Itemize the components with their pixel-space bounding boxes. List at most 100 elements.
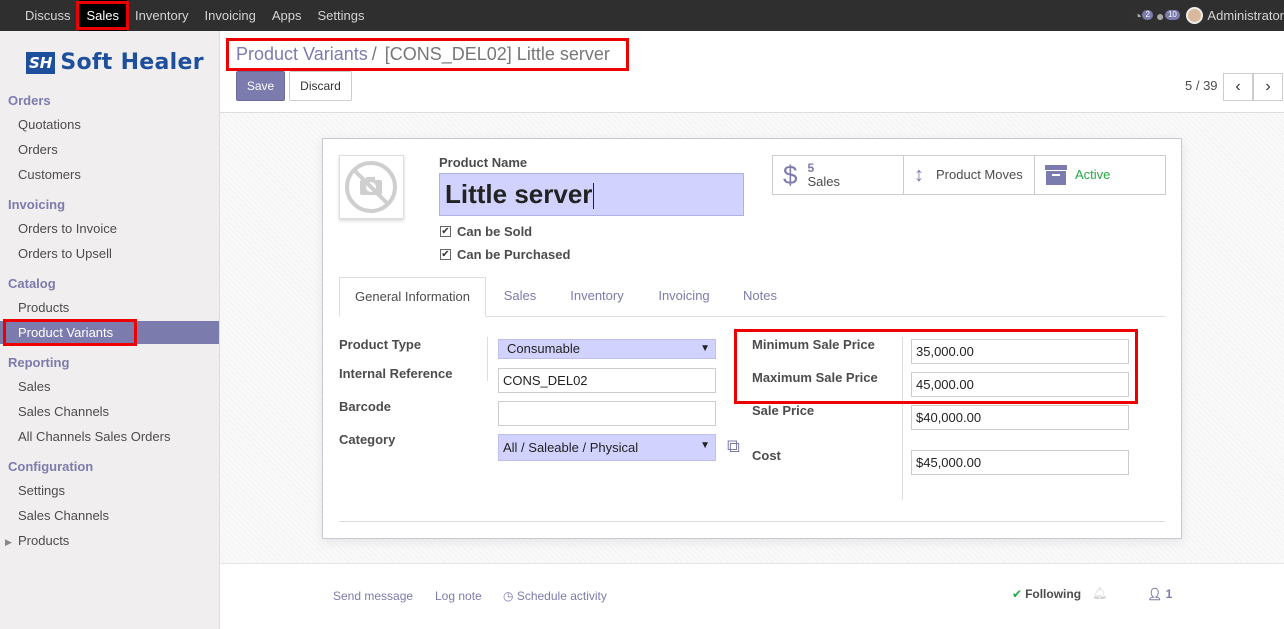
internal-reference-label: Internal Reference — [339, 366, 453, 381]
sidebar-section-catalog[interactable]: Catalog — [8, 276, 56, 291]
sidebar-section-invoicing[interactable]: Invoicing — [8, 197, 65, 212]
dropdown-arrow-icon: ▼ — [700, 343, 710, 354]
product-type-label: Product Type — [339, 337, 422, 352]
sidebar-section-reporting[interactable]: Reporting — [8, 355, 69, 370]
product-type-value: Consumable — [507, 341, 580, 356]
sales-count: 5 — [807, 161, 815, 175]
sidebar-item-all-channels-sales-orders[interactable]: All Channels Sales Orders — [18, 429, 170, 444]
active-toggle-button[interactable]: Active — [1034, 155, 1166, 195]
cost-label: Cost — [752, 448, 781, 463]
product-type-select[interactable]: Consumable ▼ — [498, 339, 716, 359]
highlight-box-sales-menu — [76, 1, 129, 30]
product-name-input[interactable]: Little server — [439, 173, 744, 216]
sale-price-label: Sale Price — [752, 403, 815, 418]
logo-mark: SH — [26, 51, 56, 74]
can-be-sold-checkbox[interactable]: ✔ — [440, 226, 451, 237]
product-image[interactable] — [339, 155, 404, 219]
menu-inventory[interactable]: Inventory — [127, 0, 196, 31]
field-divider — [487, 337, 488, 381]
messages-badge: 10 — [1164, 9, 1180, 20]
logo-text: Soft Healer — [60, 50, 204, 75]
no-image-icon — [345, 161, 397, 213]
send-message-button[interactable]: Send message — [333, 589, 413, 603]
can-be-sold-row: ✔ Can be Sold — [440, 224, 532, 239]
notebook-tabs: General Information Sales Inventory Invo… — [339, 277, 1165, 317]
schedule-activity-button[interactable]: ◷ Schedule activity — [503, 589, 607, 603]
category-select[interactable]: All / Saleable / Physical ▼ — [498, 434, 716, 461]
dropdown-arrow-icon: ▼ — [700, 440, 710, 451]
can-be-sold-label: Can be Sold — [457, 224, 533, 239]
text-caret — [593, 183, 595, 210]
internal-reference-input[interactable]: CONS_DEL02 — [498, 368, 716, 393]
sidebar-item-reporting-sales[interactable]: Sales — [18, 379, 51, 394]
schedule-activity-label: Schedule activity — [516, 589, 607, 603]
sales-smart-text: 5 Sales — [807, 161, 840, 189]
sidebar-item-orders-to-invoice[interactable]: Orders to Invoice — [18, 221, 117, 236]
sidebar-item-config-products[interactable]: Products — [18, 533, 69, 548]
sale-price-input[interactable]: $40,000.00 — [911, 405, 1129, 430]
activity-icon[interactable]: ◔ 2 — [1133, 8, 1153, 24]
sidebar-item-products[interactable]: Products — [18, 300, 69, 315]
sidebar-item-config-sales-channels[interactable]: Sales Channels — [18, 508, 109, 523]
can-be-purchased-checkbox[interactable]: ✔ — [440, 249, 451, 260]
check-icon: ✔ — [1012, 587, 1023, 601]
tab-sales[interactable]: Sales — [491, 277, 549, 317]
user-menu[interactable]: Administrator — [1207, 8, 1284, 23]
pager-next-button[interactable]: › — [1253, 73, 1283, 101]
menu-apps[interactable]: Apps — [264, 0, 310, 31]
discard-button[interactable]: Discard — [289, 71, 352, 101]
sidebar-item-orders-to-upsell[interactable]: Orders to Upsell — [18, 246, 112, 261]
product-name-label: Product Name — [439, 155, 528, 170]
category-value: All / Saleable / Physical — [503, 440, 639, 455]
log-note-button[interactable]: Log note — [435, 589, 482, 603]
menu-settings[interactable]: Settings — [309, 0, 372, 31]
active-label: Active — [1075, 167, 1111, 182]
sidebar-item-customers[interactable]: Customers — [18, 167, 81, 182]
followers-count: 1 — [1165, 587, 1173, 601]
top-navbar: Discuss Sales Inventory Invoicing Apps S… — [0, 0, 1284, 31]
sidebar-item-settings[interactable]: Settings — [18, 483, 65, 498]
clock-icon: ◷ — [503, 589, 514, 603]
systray: ◔ 2 ● 10 Administrator — [1133, 0, 1284, 31]
external-link-icon[interactable]: ⧉ — [727, 436, 740, 457]
app-menu: Discuss Sales Inventory Invoicing Apps S… — [17, 0, 372, 31]
messages-icon[interactable]: ● 10 — [1156, 8, 1180, 24]
tab-invoicing[interactable]: Invoicing — [648, 277, 720, 317]
can-be-purchased-row: ✔ Can be Purchased — [440, 247, 570, 262]
barcode-input[interactable] — [498, 401, 716, 426]
following-button[interactable]: ✔ Following — [1012, 587, 1081, 601]
highlight-box-product-variants — [3, 319, 137, 346]
sidebar-section-orders[interactable]: Orders — [8, 93, 51, 108]
tab-inventory[interactable]: Inventory — [560, 277, 634, 317]
menu-discuss[interactable]: Discuss — [17, 0, 79, 31]
arrows-vertical-icon: ↕ — [914, 163, 924, 186]
user-icon: 👤︎ — [1147, 587, 1163, 601]
cost-input[interactable]: $45,000.00 — [911, 450, 1129, 475]
tab-notes[interactable]: Notes — [734, 277, 786, 317]
category-label: Category — [339, 432, 396, 447]
pager-value[interactable]: 5 / 39 — [1185, 78, 1218, 93]
avatar[interactable] — [1186, 7, 1204, 24]
product-moves-smart-button[interactable]: ↕ Product Moves — [903, 155, 1035, 195]
bell-icon[interactable]: 🔔︎ — [1092, 586, 1107, 600]
dollar-icon: $ — [783, 159, 798, 190]
highlight-box-breadcrumb — [226, 38, 629, 71]
sales-smart-button[interactable]: $ 5 Sales — [772, 155, 904, 195]
pager-previous-button[interactable]: ‹ — [1223, 73, 1253, 101]
following-label: Following — [1025, 587, 1082, 601]
can-be-purchased-label: Can be Purchased — [457, 247, 571, 262]
sidebar-item-orders[interactable]: Orders — [18, 142, 58, 157]
softhealer-logo: SH Soft Healer — [26, 50, 204, 75]
followers-button[interactable]: 👤︎ 1 — [1147, 587, 1172, 601]
sidebar-item-sales-channels[interactable]: Sales Channels — [18, 404, 109, 419]
save-button[interactable]: Save — [236, 71, 285, 101]
product-moves-label: Product Moves — [936, 167, 1023, 182]
product-name-value: Little server — [445, 179, 593, 209]
caret-right-icon[interactable]: ▶ — [5, 537, 12, 548]
chatter-divider — [220, 563, 1284, 564]
tab-general-information[interactable]: General Information — [339, 277, 486, 317]
sidebar-section-configuration[interactable]: Configuration — [8, 459, 93, 474]
menu-invoicing[interactable]: Invoicing — [197, 0, 264, 31]
sales-smart-label: Sales — [807, 174, 840, 189]
sidebar-item-quotations[interactable]: Quotations — [18, 117, 81, 132]
